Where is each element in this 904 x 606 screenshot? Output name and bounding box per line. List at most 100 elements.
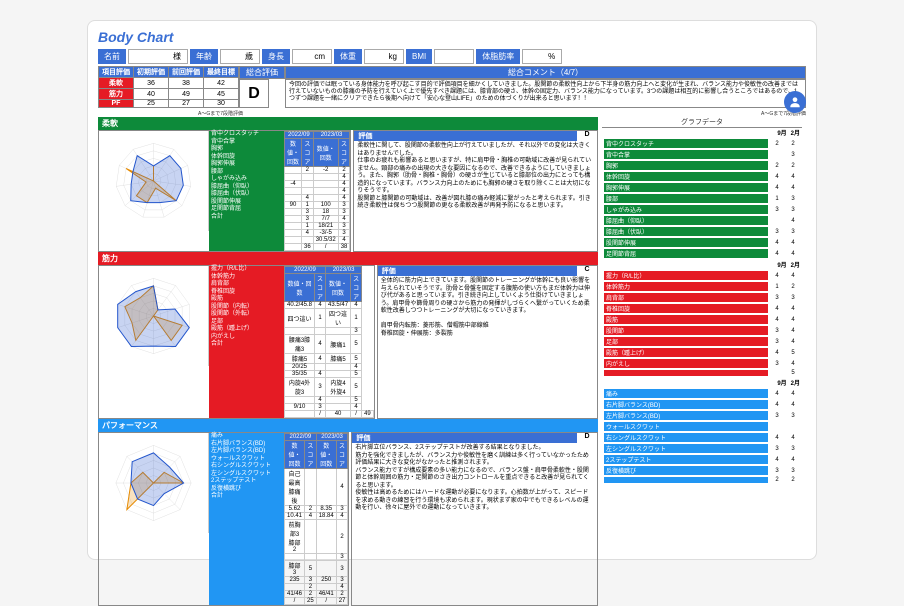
overall-eval-label: 総合評価 (239, 66, 285, 79)
summary-table: 項目評価初期評価前回評価最終目標 柔軟363842筋力404945PF25273… (98, 66, 239, 108)
graph-months: 9月2月 (602, 128, 802, 137)
graph-row: 腰部13 (604, 194, 800, 203)
graph-row: 右シングルスクワット44 (604, 433, 800, 442)
eval-col-pf: 評価D右片脚立位バランス、2ステップテストが改善する結果となりました。筋力を強化… (351, 432, 598, 606)
item-list-str: 握力（R/L比）体幹筋力肩背部脊椎回旋殿筋股関節（内転）股関節（外転）足部殿筋（… (209, 266, 284, 418)
graph-row: 肩背部33 (604, 293, 800, 302)
item: 足関節背屈 (209, 206, 284, 214)
item: 背中合掌 (209, 139, 284, 147)
graph-months: 9月2月 (602, 378, 802, 387)
radar-chart-str (99, 266, 209, 366)
graph-row: 体幹回旋44 (604, 172, 800, 181)
item: 殿筋 (209, 296, 284, 304)
summary-col: 最終目標 (204, 67, 239, 78)
graph-row: 脊椎回旋44 (604, 304, 800, 313)
graph-row: 胸郭22 (604, 161, 800, 170)
graph-row: 内がえし34 (604, 359, 800, 368)
weight-label: 体重 (334, 49, 362, 64)
item: ウォールスクワット (209, 456, 284, 464)
radar-chart-flex (99, 131, 209, 231)
graph-row: 左片脚バランス(BD)33 (604, 411, 800, 420)
graph-row: 膝屈曲（伏臥）33 (604, 227, 800, 236)
height-label: 身長 (262, 49, 290, 64)
item: 脊椎回旋 (209, 289, 284, 297)
graph-row: 握力（R/L比）44 (604, 271, 800, 280)
age-label: 年齢 (190, 49, 218, 64)
item: 胸郭伸展 (209, 161, 284, 169)
item: 合計 (209, 493, 284, 501)
item: 内がえし (209, 334, 284, 342)
summary-row: 柔軟363842 (99, 78, 239, 89)
item: 右片脚バランス(BD) (209, 441, 284, 449)
graph-row: 足部34 (604, 337, 800, 346)
score-table-str: 2022/092023/03数値・回数スコア数値・回数スコア40.2/45.84… (284, 266, 374, 418)
item: 背中クロスタッチ (209, 131, 284, 139)
graph-row: ウォールスクワット (604, 422, 800, 431)
score-table-flex: 2022/092023/03数値・回数スコア数値・回数スコア2-224-4444… (284, 131, 350, 251)
graph-block: 痛み44右片脚バランス(BD)44左片脚バランス(BD)33ウォールスクワット右… (602, 387, 802, 485)
name-value: 様 (128, 49, 188, 64)
item: 2ステップテスト (209, 478, 284, 486)
graph-row: 反復横跳び33 (604, 466, 800, 475)
domain-label-flex: 柔軟 (98, 117, 598, 130)
item: 握力（R/L比） (209, 266, 284, 274)
graph-block: 背中クロスタッチ22背中合掌3胸郭22体幹回旋44胸郭伸展44腰部13しゃがみ込… (602, 137, 802, 260)
overall-comment-label: 総合コメント（4/7） (285, 66, 806, 79)
bmi-value (434, 49, 474, 64)
item: 膝屈曲（仰臥） (209, 184, 284, 192)
eval-text-pf: 右片脚立位バランス、2ステップテストが改善する結果となりました。筋力を強化できま… (352, 443, 597, 515)
graph-row: 2ステップテスト44 (604, 455, 800, 464)
eval-text-flex: 柔軟性に関して、股関節の柔軟性向上が行えていましたが、それ以外での変化は大きくは… (354, 141, 597, 213)
overall-comment: 今回の評価では眠っている身体能力を呼び起こす目的で評価項目を細かくしていきました… (285, 79, 806, 108)
graph-row: 5 (604, 370, 800, 376)
item: しゃがみ込み (209, 176, 284, 184)
item: 反復横跳び (209, 486, 284, 494)
graph-row: 背中合掌3 (604, 150, 800, 159)
graph-row: 左シングルスクワット33 (604, 444, 800, 453)
eval-text-str: 全体的に筋力向上できています。股関節のトレーニングが体幹にも良い影響を与えられて… (378, 276, 597, 340)
item-list-flex: 背中クロスタッチ背中合掌胸郭体幹回旋胸郭伸展腰部しゃがみ込み膝屈曲（仰臥）膝屈曲… (209, 131, 284, 251)
graph-block: 握力（R/L比）44体幹筋力12肩背部33脊椎回旋44殿筋44股関節34足部34… (602, 269, 802, 378)
graph-row: 殿筋（踵上げ）45 (604, 348, 800, 357)
eval-col-flex: 評価D柔軟性に関して、股関節の柔軟性向上が行えていましたが、それ以外での変化は大… (353, 130, 598, 252)
graph-row: 股関節伸展44 (604, 238, 800, 247)
summary-col: 初期評価 (134, 67, 169, 78)
name-label: 名前 (98, 49, 126, 64)
weight-value: kg (364, 49, 404, 64)
item: 左片脚バランス(BD) (209, 448, 284, 456)
domain-grade-str: C (577, 266, 597, 276)
page-title: Body Chart (98, 29, 806, 45)
item: 腰部 (209, 169, 284, 177)
graph-row: 体幹筋力12 (604, 282, 800, 291)
fat-value: % (522, 49, 562, 64)
bmi-label: BMI (406, 49, 432, 64)
item: 殿筋（踵上げ） (209, 326, 284, 334)
item: 左シングルスクワット (209, 471, 284, 479)
item: 右シングルスクワット (209, 463, 284, 471)
item: 股関節伸展 (209, 199, 284, 207)
avatar[interactable] (784, 91, 806, 113)
item-list-pf: 痛み右片脚バランス(BD)左片脚バランス(BD)ウォールスクワット右シングルスク… (209, 433, 284, 605)
item: 股関節（外転） (209, 311, 284, 319)
height-value: cm (292, 49, 332, 64)
graph-row: 股関節34 (604, 326, 800, 335)
domain-grade-pf: D (577, 433, 597, 443)
domain-grade-flex: D (577, 131, 597, 141)
eval-col-str: 評価C全体的に筋力向上できています。股関節のトレーニングが体幹にも良い影響を与え… (377, 265, 598, 419)
fat-label: 体脂肪率 (476, 49, 520, 64)
footnote-left: A〜Gまで7段階評価 (98, 110, 243, 117)
age-value: 歳 (220, 49, 260, 64)
graph-row: 胸郭伸展44 (604, 183, 800, 192)
graph-row: 痛み44 (604, 389, 800, 398)
graph-row: 背中クロスタッチ22 (604, 139, 800, 148)
item: 肩背部 (209, 281, 284, 289)
item: 体幹回旋 (209, 154, 284, 162)
graph-months: 9月2月 (602, 260, 802, 269)
summary-col: 項目評価 (99, 67, 134, 78)
summary-col: 前回評価 (169, 67, 204, 78)
graph-row: 足関節背屈44 (604, 249, 800, 258)
score-table-pf: 2022/092023/03数値・回数スコア数値・回数スコア自己最高膝痛後45.… (284, 433, 348, 605)
domain-label-str: 筋力 (98, 252, 598, 265)
graph-data-header: グラフデータ (602, 117, 802, 128)
overall-eval: D (239, 79, 269, 108)
